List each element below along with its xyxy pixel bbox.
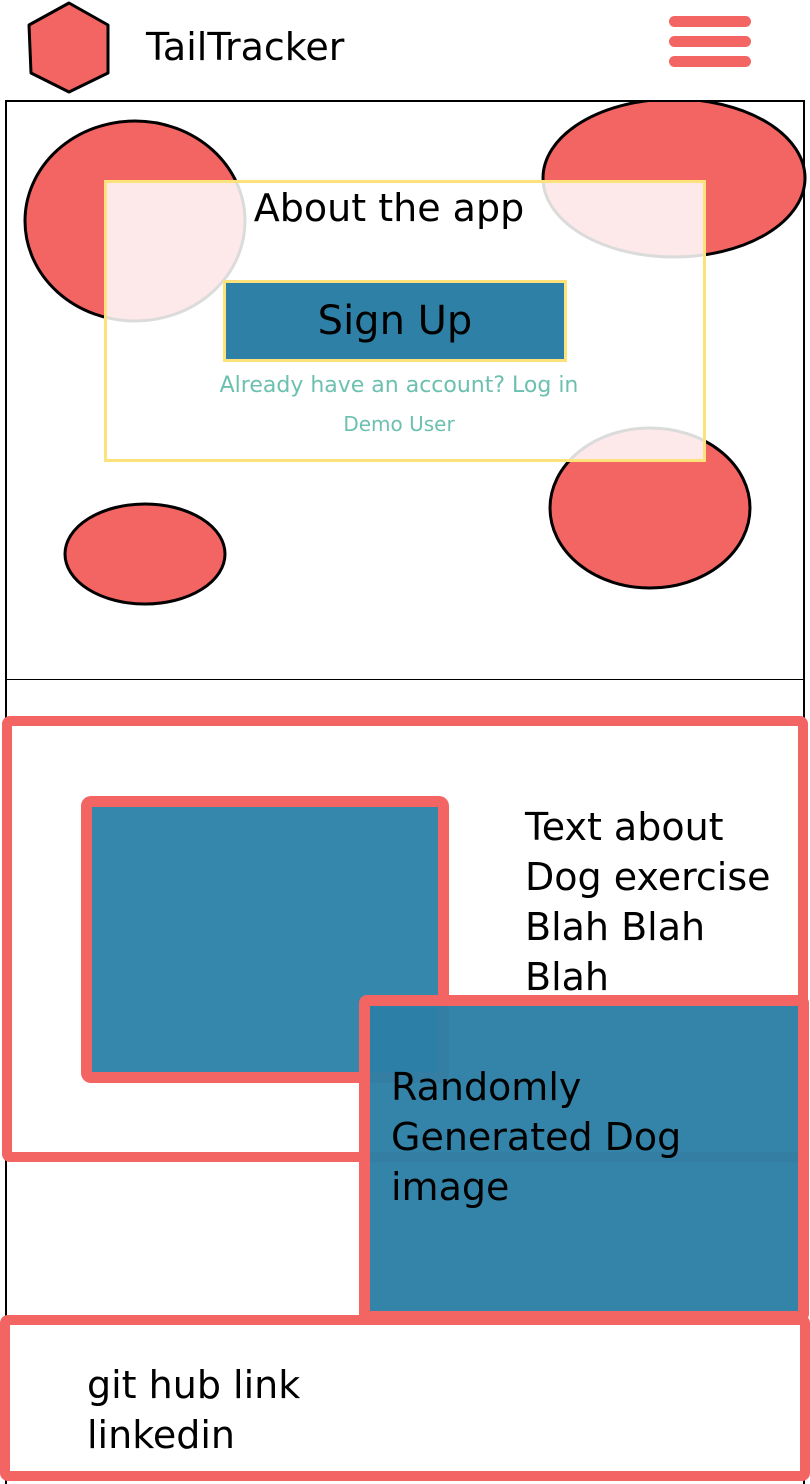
dog-image-caption-line: Randomly [391,1065,582,1109]
decorative-blob [63,502,227,606]
dog-image-caption-line: Generated Dog [391,1115,682,1159]
hamburger-menu-icon[interactable] [666,14,754,70]
about-title: About the app [253,186,525,230]
linkedin-link[interactable]: linkedin [87,1410,235,1460]
dog-image-caption: Randomly Generated Dog image [391,1062,681,1212]
exercise-text-line: Text about [525,805,724,849]
section-divider [5,679,805,680]
demo-user-link[interactable]: Demo User [104,410,694,438]
github-link[interactable]: git hub link [87,1360,300,1410]
hexagon-logo-icon[interactable] [22,0,114,96]
dog-image-caption-line: image [391,1165,510,1209]
exercise-text-line: Dog exercise [525,855,771,899]
exercise-text-line: Blah Blah [525,905,706,949]
login-link[interactable]: Already have an account? Log in [104,371,694,401]
exercise-text: Text about Dog exercise Blah Blah Blah [525,802,771,1002]
app-title: TailTracker [146,25,345,69]
sign-up-button[interactable]: Sign Up [223,280,567,362]
